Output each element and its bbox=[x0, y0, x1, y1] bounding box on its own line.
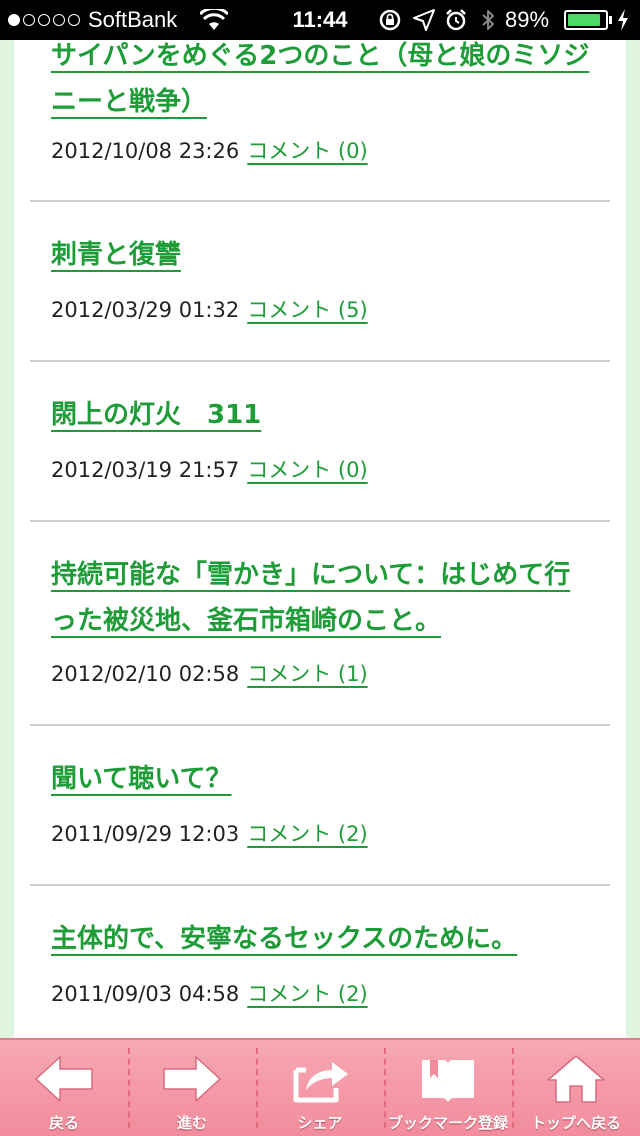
comment-count-link[interactable]: コメント (5) bbox=[247, 298, 367, 322]
article-title-link[interactable]: 持続可能な「雪かき」について：はじめて行った被災地、釜石市箱崎のこと。 bbox=[51, 560, 570, 636]
article-datetime: 2011/09/03 04:58 bbox=[51, 982, 240, 1006]
article-datetime: 2012/10/08 23:26 bbox=[51, 139, 240, 163]
article-datetime: 2012/02/10 02:58 bbox=[51, 662, 240, 686]
comment-count-link[interactable]: コメント (2) bbox=[247, 822, 367, 846]
article-meta: 2012/03/19 21:57 コメント (0) bbox=[51, 454, 368, 484]
back-button[interactable]: 戻る bbox=[0, 1040, 128, 1136]
forward-label: 進む bbox=[176, 1114, 207, 1132]
location-arrow-icon bbox=[413, 9, 435, 31]
article-datetime: 2011/09/29 12:03 bbox=[51, 822, 240, 846]
back-label: 戻る bbox=[48, 1114, 79, 1132]
article-meta: 2012/10/08 23:26 コメント (0) bbox=[51, 135, 368, 165]
comment-count-link[interactable]: コメント (2) bbox=[247, 982, 367, 1006]
article-item: 閖上の灯火 311 2012/03/19 21:57 コメント (0) bbox=[30, 362, 610, 522]
article-title-link[interactable]: 刺青と復讐 bbox=[51, 240, 181, 270]
bookmark-label: ブックマーク登録 bbox=[387, 1114, 508, 1132]
back-to-top-label: トップへ戻る bbox=[530, 1114, 621, 1132]
comment-count-link[interactable]: コメント (1) bbox=[247, 662, 367, 686]
share-label: シェア bbox=[297, 1114, 343, 1132]
bottom-toolbar: 戻る 進む シェア ブックマーク登録 トップへ戻る bbox=[0, 1038, 640, 1136]
home-icon bbox=[547, 1055, 605, 1103]
alarm-clock-icon bbox=[446, 9, 466, 31]
article-meta: 2011/09/03 04:58 コメント (2) bbox=[51, 978, 368, 1008]
article-datetime: 2012/03/19 21:57 bbox=[51, 458, 240, 482]
battery-tip bbox=[609, 16, 612, 24]
bookmark-button[interactable]: ブックマーク登録 bbox=[384, 1040, 512, 1136]
article-meta: 2012/03/29 01:32 コメント (5) bbox=[51, 294, 368, 324]
arrow-right-icon bbox=[163, 1056, 221, 1102]
article-item: 聞いて聴いて？ 2011/09/29 12:03 コメント (2) bbox=[30, 726, 610, 886]
article-meta: 2011/09/29 12:03 コメント (2) bbox=[51, 818, 368, 848]
article-item: 持続可能な「雪かき」について：はじめて行った被災地、釜石市箱崎のこと。 2012… bbox=[30, 522, 610, 726]
article-list[interactable]: サイパンをめぐる2つのこと（母と娘のミソジニーと戦争） 2012/10/08 2… bbox=[14, 40, 626, 1038]
article-item: 刺青と復讐 2012/03/29 01:32 コメント (5) bbox=[30, 202, 610, 362]
comment-count-link[interactable]: コメント (0) bbox=[247, 139, 367, 163]
article-item: サイパンをめぐる2つのこと（母と娘のミソジニーと戦争） 2012/10/08 2… bbox=[30, 40, 610, 202]
article-datetime: 2012/03/29 01:32 bbox=[51, 298, 240, 322]
article-title-link[interactable]: 主体的で、安寧なるセックスのために。 bbox=[51, 924, 517, 954]
battery-icon bbox=[564, 10, 608, 30]
article-item: 主体的で、安寧なるセックスのために。 2011/09/03 04:58 コメント … bbox=[30, 886, 610, 1038]
arrow-left-icon bbox=[35, 1056, 93, 1102]
rotation-lock-icon bbox=[379, 9, 401, 31]
article-meta: 2012/02/10 02:58 コメント (1) bbox=[51, 658, 368, 688]
article-title-link[interactable]: サイパンをめぐる2つのこと（母と娘のミソジニーと戦争） bbox=[51, 41, 589, 117]
article-title-link[interactable]: 聞いて聴いて？ bbox=[51, 764, 231, 794]
share-button[interactable]: シェア bbox=[256, 1040, 384, 1136]
forward-button[interactable]: 進む bbox=[128, 1040, 256, 1136]
open-book-icon bbox=[422, 1060, 474, 1102]
bluetooth-icon bbox=[482, 10, 494, 30]
charging-bolt-icon bbox=[618, 9, 628, 31]
back-to-top-button[interactable]: トップへ戻る bbox=[512, 1040, 640, 1136]
status-bar: SoftBank 11:44 89% bbox=[0, 0, 640, 40]
share-icon bbox=[293, 1062, 348, 1103]
battery-percentage: 89% bbox=[505, 7, 550, 32]
comment-count-link[interactable]: コメント (0) bbox=[247, 458, 367, 482]
article-title-link[interactable]: 閖上の灯火 311 bbox=[51, 400, 261, 430]
